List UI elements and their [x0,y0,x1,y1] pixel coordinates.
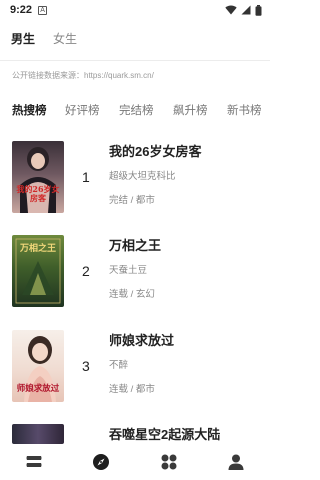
book-cover: 我的26岁女房客 [12,141,64,213]
signal-icon [241,5,251,15]
gender-tabs: 男生 女生 [0,30,270,54]
categories-icon [161,454,177,470]
book-status-genre: 连载 / 玄幻 [109,289,155,300]
book-title: 师娘求放过 [109,333,175,348]
tab-rising[interactable]: 飙升榜 [173,102,208,118]
cover-title: 我的26岁女房客 [16,184,60,203]
book-title: 吞噬星空2起源大陆 [109,427,221,442]
tab-male[interactable]: 男生 [11,30,35,54]
book-title: 我的26岁女房客 [109,144,202,159]
ranking-tabs: 热搜榜 好评榜 完结榜 飙升榜 新书榜 [0,102,270,120]
bookshelf-icon [26,456,42,467]
tab-female[interactable]: 女生 [53,30,77,54]
tab-top-rated[interactable]: 好评榜 [65,102,100,118]
book-item[interactable]: 师娘求放过 3 师娘求放过 不醉 连载 / 都市 [0,330,270,410]
profile-icon [228,454,244,470]
nav-bookshelf[interactable] [14,447,54,477]
status-time: 9:22 [10,4,33,16]
nav-profile[interactable] [216,447,256,477]
book-cover: 师娘求放过 [12,330,64,402]
nav-categories[interactable] [149,447,189,477]
rank-number: 2 [82,263,90,279]
data-source-notice: 公开链接数据来源：https://quark.sm.cn/ [12,71,154,80]
book-author: 超级大坦克科比 [109,171,176,182]
book-status-genre: 完结 / 都市 [109,195,155,206]
cover-title: 师娘求放过 [16,384,60,394]
book-item[interactable]: 我的26岁女房客 1 我的26岁女房客 超级大坦克科比 完结 / 都市 [0,141,270,221]
rank-number: 1 [82,169,90,185]
wifi-icon [225,5,237,15]
book-status-genre: 连载 / 都市 [109,384,155,395]
compass-icon [93,454,110,470]
book-cover: 万相之王 [12,235,64,307]
notification-icon: A [38,5,48,15]
cover-title: 万相之王 [19,244,56,254]
book-author: 不醉 [109,360,129,371]
header-divider [0,60,270,61]
tab-new-books[interactable]: 新书榜 [227,102,262,118]
bottom-nav [0,444,270,480]
book-author: 天蚕土豆 [109,265,148,276]
book-cover [12,424,64,444]
status-bar: 9:22 A [0,0,270,20]
tab-completed[interactable]: 完结榜 [119,102,154,118]
rank-number: 3 [82,358,90,374]
tab-hot-search[interactable]: 热搜榜 [12,102,47,118]
book-title: 万相之王 [109,238,162,253]
nav-discover[interactable] [81,447,121,477]
battery-icon [255,4,262,16]
book-item[interactable]: 万相之王 2 万相之王 天蚕土豆 连载 / 玄幻 [0,235,270,315]
